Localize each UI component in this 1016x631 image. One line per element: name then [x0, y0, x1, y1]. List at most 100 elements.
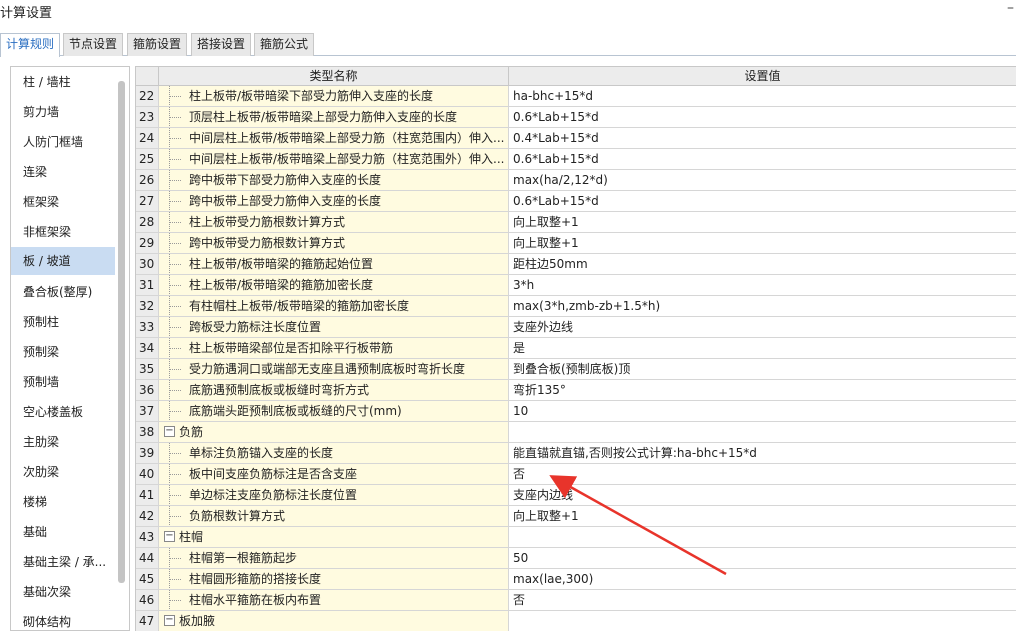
tree-line: [169, 285, 181, 286]
setting-value[interactable]: 0.6*Lab+15*d: [509, 107, 1016, 128]
tab-stirrup-settings[interactable]: 箍筋设置: [127, 33, 188, 56]
row-number: 29: [136, 233, 159, 254]
setting-name-label: 柱上板带受力筋根数计算方式: [189, 215, 346, 229]
group-row[interactable]: 38− 负筋: [136, 422, 1016, 443]
table-row[interactable]: 26 跨中板带下部受力筋伸入支座的长度 max(ha/2,12*d): [136, 170, 1016, 191]
setting-value[interactable]: 0.6*Lab+15*d: [509, 149, 1016, 170]
table-row[interactable]: 40 板中间支座负筋标注是否含支座 否: [136, 464, 1016, 485]
setting-value[interactable]: 否: [509, 590, 1016, 611]
setting-name-label: 受力筋遇洞口或端部无支座且遇预制底板时弯折长度: [189, 362, 466, 376]
collapse-icon[interactable]: −: [164, 615, 175, 626]
sidebar-item-column-wall-column[interactable]: 柱 / 墙柱: [11, 68, 115, 96]
group-name: − 柱帽: [159, 527, 509, 548]
row-number: 24: [136, 128, 159, 149]
table-row[interactable]: 30 柱上板带/板带暗梁的箍筋起始位置 距柱边50mm: [136, 254, 1016, 275]
setting-name-label: 柱上板带/板带暗梁的箍筋起始位置: [189, 257, 374, 271]
setting-value[interactable]: 能直锚就直锚,否则按公式计算:ha-bhc+15*d: [509, 443, 1016, 464]
table-row[interactable]: 23 顶层柱上板带/板带暗梁上部受力筋伸入支座的长度 0.6*Lab+15*d: [136, 107, 1016, 128]
tab-lap-settings[interactable]: 搭接设置: [191, 33, 252, 56]
setting-name: 柱上板带/板带暗梁的箍筋起始位置: [159, 254, 509, 275]
sidebar-item-coupling-beam[interactable]: 连梁: [11, 158, 115, 186]
sidebar-item-shear-wall[interactable]: 剪力墙: [11, 98, 115, 126]
collapse-icon[interactable]: −: [164, 531, 175, 542]
setting-value[interactable]: 弯折135°: [509, 380, 1016, 401]
setting-name-label: 负筋根数计算方式: [189, 509, 286, 523]
group-row[interactable]: 43− 柱帽: [136, 527, 1016, 548]
table-row[interactable]: 29 跨中板带受力筋根数计算方式 向上取整+1: [136, 233, 1016, 254]
sidebar-item-foundation[interactable]: 基础: [11, 518, 115, 546]
sidebar-scrollbar[interactable]: [118, 81, 125, 583]
setting-name-label: 板中间支座负筋标注是否含支座: [189, 467, 358, 481]
setting-name: 跨板受力筋标注长度位置: [159, 317, 509, 338]
sidebar-item-foundation-secondary-beam[interactable]: 基础次梁: [11, 578, 115, 606]
tab-calc-rules[interactable]: 计算规则: [0, 33, 61, 57]
table-row[interactable]: 46 柱帽水平箍筋在板内布置 否: [136, 590, 1016, 611]
sidebar-item-civil-defense-door-frame-wall[interactable]: 人防门框墙: [11, 128, 115, 156]
table-row[interactable]: 41 单边标注支座负筋标注长度位置 支座内边线: [136, 485, 1016, 506]
setting-name-label: 单边标注支座负筋标注长度位置: [189, 488, 358, 502]
setting-name: 单标注负筋锚入支座的长度: [159, 443, 509, 464]
table-row[interactable]: 28 柱上板带受力筋根数计算方式 向上取整+1: [136, 212, 1016, 233]
sidebar-item-main-rib-beam[interactable]: 主肋梁: [11, 428, 115, 456]
tree-line: [169, 579, 181, 580]
table-row[interactable]: 34 柱上板带暗梁部位是否扣除平行板带筋 是: [136, 338, 1016, 359]
setting-value[interactable]: max(lae,300): [509, 569, 1016, 590]
setting-value[interactable]: 向上取整+1: [509, 212, 1016, 233]
table-row[interactable]: 27 跨中板带上部受力筋伸入支座的长度 0.6*Lab+15*d: [136, 191, 1016, 212]
setting-value[interactable]: 0.6*Lab+15*d: [509, 191, 1016, 212]
table-row[interactable]: 35 受力筋遇洞口或端部无支座且遇预制底板时弯折长度 到叠合板(预制底板)顶: [136, 359, 1016, 380]
table-row[interactable]: 31 柱上板带/板带暗梁的箍筋加密长度 3*h: [136, 275, 1016, 296]
sidebar-item-precast-beam[interactable]: 预制梁: [11, 338, 115, 366]
setting-value[interactable]: ha-bhc+15*d: [509, 86, 1016, 107]
row-number: 41: [136, 485, 159, 506]
setting-value[interactable]: 距柱边50mm: [509, 254, 1016, 275]
setting-value[interactable]: 支座内边线: [509, 485, 1016, 506]
table-row[interactable]: 39 单标注负筋锚入支座的长度 能直锚就直锚,否则按公式计算:ha-bhc+15*d: [136, 443, 1016, 464]
setting-value[interactable]: max(ha/2,12*d): [509, 170, 1016, 191]
table-row[interactable]: 22 柱上板带/板带暗梁下部受力筋伸入支座的长度 ha-bhc+15*d: [136, 86, 1016, 107]
table-row[interactable]: 36 底筋遇预制底板或板缝时弯折方式 弯折135°: [136, 380, 1016, 401]
table-row[interactable]: 37 底筋端头距预制底板或板缝的尺寸(mm) 10: [136, 401, 1016, 422]
sidebar-item-composite-slab[interactable]: 叠合板(整厚): [11, 278, 115, 306]
sidebar-item-masonry[interactable]: 砌体结构: [11, 608, 115, 630]
group-name: − 负筋: [159, 422, 509, 443]
table-row[interactable]: 45 柱帽圆形箍筋的搭接长度 max(lae,300): [136, 569, 1016, 590]
sidebar-item-precast-column[interactable]: 预制柱: [11, 308, 115, 336]
setting-value[interactable]: 50: [509, 548, 1016, 569]
table-row[interactable]: 42 负筋根数计算方式 向上取整+1: [136, 506, 1016, 527]
sidebar-item-precast-wall[interactable]: 预制墙: [11, 368, 115, 396]
table-row[interactable]: 25 中间层柱上板带/板带暗梁上部受力筋（柱宽范围外）伸入... 0.6*Lab+1…: [136, 149, 1016, 170]
tree-line: [169, 516, 181, 517]
setting-name: 柱帽水平箍筋在板内布置: [159, 590, 509, 611]
setting-value[interactable]: 到叠合板(预制底板)顶: [509, 359, 1016, 380]
group-row[interactable]: 47− 板加腋: [136, 611, 1016, 631]
sidebar-item-frame-beam[interactable]: 框架梁: [11, 188, 115, 216]
tab-node-settings[interactable]: 节点设置: [63, 33, 124, 56]
row-number: 38: [136, 422, 159, 443]
setting-value[interactable]: 向上取整+1: [509, 506, 1016, 527]
setting-name-label: 顶层柱上板带/板带暗梁上部受力筋伸入支座的长度: [189, 110, 458, 124]
tab-stirrup-formula[interactable]: 箍筋公式: [254, 33, 315, 56]
sidebar-item-non-frame-beam[interactable]: 非框架梁: [11, 218, 115, 246]
setting-value[interactable]: 支座外边线: [509, 317, 1016, 338]
table-row[interactable]: 32 有柱帽柱上板带/板带暗梁的箍筋加密长度 max(3*h,zmb-zb+1.5*…: [136, 296, 1016, 317]
setting-value[interactable]: 向上取整+1: [509, 233, 1016, 254]
sidebar-item-stairs[interactable]: 楼梯: [11, 488, 115, 516]
setting-value[interactable]: 否: [509, 464, 1016, 485]
setting-value[interactable]: max(3*h,zmb-zb+1.5*h): [509, 296, 1016, 317]
table-row[interactable]: 44 柱帽第一根箍筋起步 50: [136, 548, 1016, 569]
tree-line: [169, 327, 181, 328]
setting-value[interactable]: 10: [509, 401, 1016, 422]
setting-value[interactable]: 0.4*Lab+15*d: [509, 128, 1016, 149]
setting-value[interactable]: 3*h: [509, 275, 1016, 296]
collapse-icon[interactable]: −: [164, 426, 175, 437]
table-row[interactable]: 33 跨板受力筋标注长度位置 支座外边线: [136, 317, 1016, 338]
minimize-button[interactable]: –: [1007, 0, 1014, 16]
sidebar-item-secondary-rib-beam[interactable]: 次肋梁: [11, 458, 115, 486]
sidebar-item-slab-ramp[interactable]: 板 / 坡道: [11, 247, 115, 275]
sidebar-item-foundation-main-beam[interactable]: 基础主梁 / 承...: [11, 548, 115, 576]
tree-line: [169, 348, 181, 349]
sidebar-item-hollow-floor-slab[interactable]: 空心楼盖板: [11, 398, 115, 426]
table-row[interactable]: 24 中间层柱上板带/板带暗梁上部受力筋（柱宽范围内）伸入... 0.4*Lab+1…: [136, 128, 1016, 149]
setting-value[interactable]: 是: [509, 338, 1016, 359]
